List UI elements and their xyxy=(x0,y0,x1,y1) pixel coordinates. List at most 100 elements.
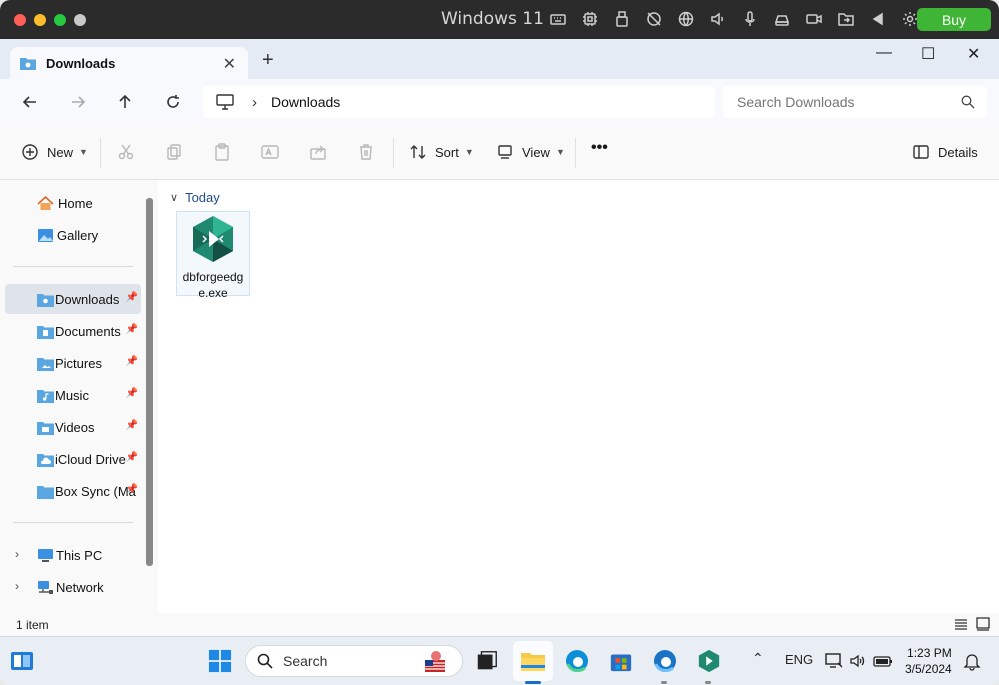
taskbar-dbforge[interactable] xyxy=(696,648,722,674)
minimize-window-button[interactable] xyxy=(34,13,46,26)
search-input[interactable] xyxy=(737,94,947,110)
pin-icon[interactable]: 📌 xyxy=(126,420,138,431)
chevron-right-icon[interactable]: › xyxy=(15,547,19,561)
command-bar: New ▼ Sort ▼ View ▼ ••• Details xyxy=(0,125,999,180)
item-count: 1 item xyxy=(16,618,49,632)
pin-icon[interactable]: 📌 xyxy=(126,356,138,367)
extra-window-button[interactable] xyxy=(74,13,86,26)
sidebar-item-this-pc[interactable]: › This PC xyxy=(5,540,141,570)
tray-overflow-chevron-icon[interactable]: ⌃ xyxy=(752,650,764,667)
sidebar-item-videos[interactable]: Videos 📌 xyxy=(5,412,141,442)
camera-icon[interactable] xyxy=(804,9,824,29)
sidebar-item-box-sync[interactable]: Box Sync (Ma 📌 xyxy=(5,476,141,506)
large-icons-view-icon[interactable] xyxy=(976,617,990,631)
refresh-button[interactable] xyxy=(162,91,184,113)
buy-button[interactable]: Buy xyxy=(917,8,991,31)
paste-button[interactable] xyxy=(213,143,231,161)
screen: Windows 11 Buy Downloads ✕ + — ☐ ✕ › Dow… xyxy=(0,0,999,685)
address-bar[interactable]: › Downloads xyxy=(203,86,715,118)
this-pc-icon xyxy=(38,548,53,562)
dbforge-app-icon xyxy=(698,649,720,673)
pin-icon[interactable]: 📌 xyxy=(126,292,138,303)
chevron-down-icon: ▼ xyxy=(464,147,474,157)
minimize-button[interactable]: — xyxy=(876,44,892,62)
share-button[interactable] xyxy=(309,143,327,161)
view-label: View xyxy=(522,144,550,160)
language-indicator[interactable]: ENG xyxy=(785,652,813,667)
rename-button[interactable] xyxy=(261,143,279,161)
pin-icon[interactable]: 📌 xyxy=(126,388,138,399)
network-icon xyxy=(38,580,53,594)
tab-downloads[interactable]: Downloads ✕ xyxy=(10,47,248,79)
details-button[interactable]: Details xyxy=(912,143,978,161)
group-header-today[interactable]: ∨ Today xyxy=(170,190,220,205)
sort-label: Sort xyxy=(435,144,459,160)
sidebar-item-label: This PC xyxy=(56,547,103,563)
keyboard-icon[interactable] xyxy=(548,9,568,29)
battery-icon[interactable] xyxy=(873,652,893,670)
task-view-button[interactable] xyxy=(474,648,500,674)
sidebar-item-home[interactable]: Home xyxy=(5,188,141,218)
shared-folder-icon[interactable] xyxy=(836,9,856,29)
up-button[interactable] xyxy=(114,91,136,113)
sidebar-item-downloads[interactable]: Downloads 📌 xyxy=(5,284,141,314)
back-button[interactable] xyxy=(19,91,41,113)
breadcrumb-downloads[interactable]: Downloads xyxy=(271,94,340,110)
more-options-button[interactable]: ••• xyxy=(591,139,608,157)
play-back-icon[interactable] xyxy=(868,9,888,29)
zoom-window-button[interactable] xyxy=(54,13,66,26)
pin-icon[interactable]: 📌 xyxy=(126,324,138,335)
notification-bell-icon[interactable] xyxy=(963,651,981,671)
sort-button[interactable]: Sort ▼ xyxy=(409,143,474,161)
taskbar-file-explorer[interactable] xyxy=(520,648,546,674)
chevron-right-icon[interactable]: › xyxy=(15,579,19,593)
status-bar: 1 item xyxy=(0,613,999,636)
clock[interactable]: 1:23 PM 3/5/2024 xyxy=(905,645,952,677)
widgets-button[interactable] xyxy=(9,648,35,674)
vm-title: Windows 11 xyxy=(441,9,544,29)
pc-monitor-icon xyxy=(216,94,234,110)
new-tab-button[interactable]: + xyxy=(262,49,274,72)
vm-title-bar: Windows 11 Buy xyxy=(0,0,999,39)
microphone-icon[interactable] xyxy=(740,9,760,29)
file-explorer-icon xyxy=(521,653,545,671)
network-globe-icon[interactable] xyxy=(676,9,696,29)
taskbar-store[interactable] xyxy=(608,648,634,674)
speaker-icon[interactable] xyxy=(708,9,728,29)
sidebar-item-pictures[interactable]: Pictures 📌 xyxy=(5,348,141,378)
copy-button[interactable] xyxy=(165,143,183,161)
forward-button[interactable] xyxy=(67,91,89,113)
cut-button[interactable] xyxy=(117,143,135,161)
taskbar-edge-2[interactable] xyxy=(652,648,678,674)
pin-icon[interactable]: 📌 xyxy=(126,484,138,495)
sidebar-item-label: iCloud Drive xyxy=(55,451,126,467)
view-button[interactable]: View ▼ xyxy=(496,143,565,161)
usb-icon[interactable] xyxy=(612,9,632,29)
network-status-icon[interactable] xyxy=(825,652,843,670)
sidebar-scrollbar[interactable] xyxy=(146,198,153,566)
new-button[interactable]: New ▼ xyxy=(21,143,88,161)
sidebar-item-gallery[interactable]: Gallery xyxy=(5,220,141,250)
sidebar-item-documents[interactable]: Documents 📌 xyxy=(5,316,141,346)
pin-icon[interactable]: 📌 xyxy=(126,452,138,463)
gallery-icon xyxy=(38,228,53,242)
documents-folder-icon xyxy=(37,325,54,339)
sidebar-item-network[interactable]: › Network xyxy=(5,572,141,602)
camera-off-icon[interactable] xyxy=(644,9,664,29)
close-button[interactable]: ✕ xyxy=(967,44,980,64)
sidebar-item-icloud-drive[interactable]: iCloud Drive 📌 xyxy=(5,444,141,474)
volume-icon[interactable] xyxy=(849,652,867,670)
start-button[interactable] xyxy=(207,648,233,674)
close-window-button[interactable] xyxy=(14,13,26,26)
delete-button[interactable] xyxy=(357,143,375,161)
sidebar-item-music[interactable]: Music 📌 xyxy=(5,380,141,410)
close-tab-icon[interactable]: ✕ xyxy=(223,54,236,74)
file-item[interactable]: dbforgeedge.exe xyxy=(176,211,250,300)
drive-icon[interactable] xyxy=(772,9,792,29)
taskbar-edge[interactable] xyxy=(564,648,590,674)
details-view-icon[interactable] xyxy=(954,617,968,631)
traffic-lights xyxy=(14,13,86,26)
cpu-icon[interactable] xyxy=(580,9,600,29)
taskbar-search[interactable]: Search xyxy=(245,645,463,677)
maximize-button[interactable]: ☐ xyxy=(921,44,935,64)
